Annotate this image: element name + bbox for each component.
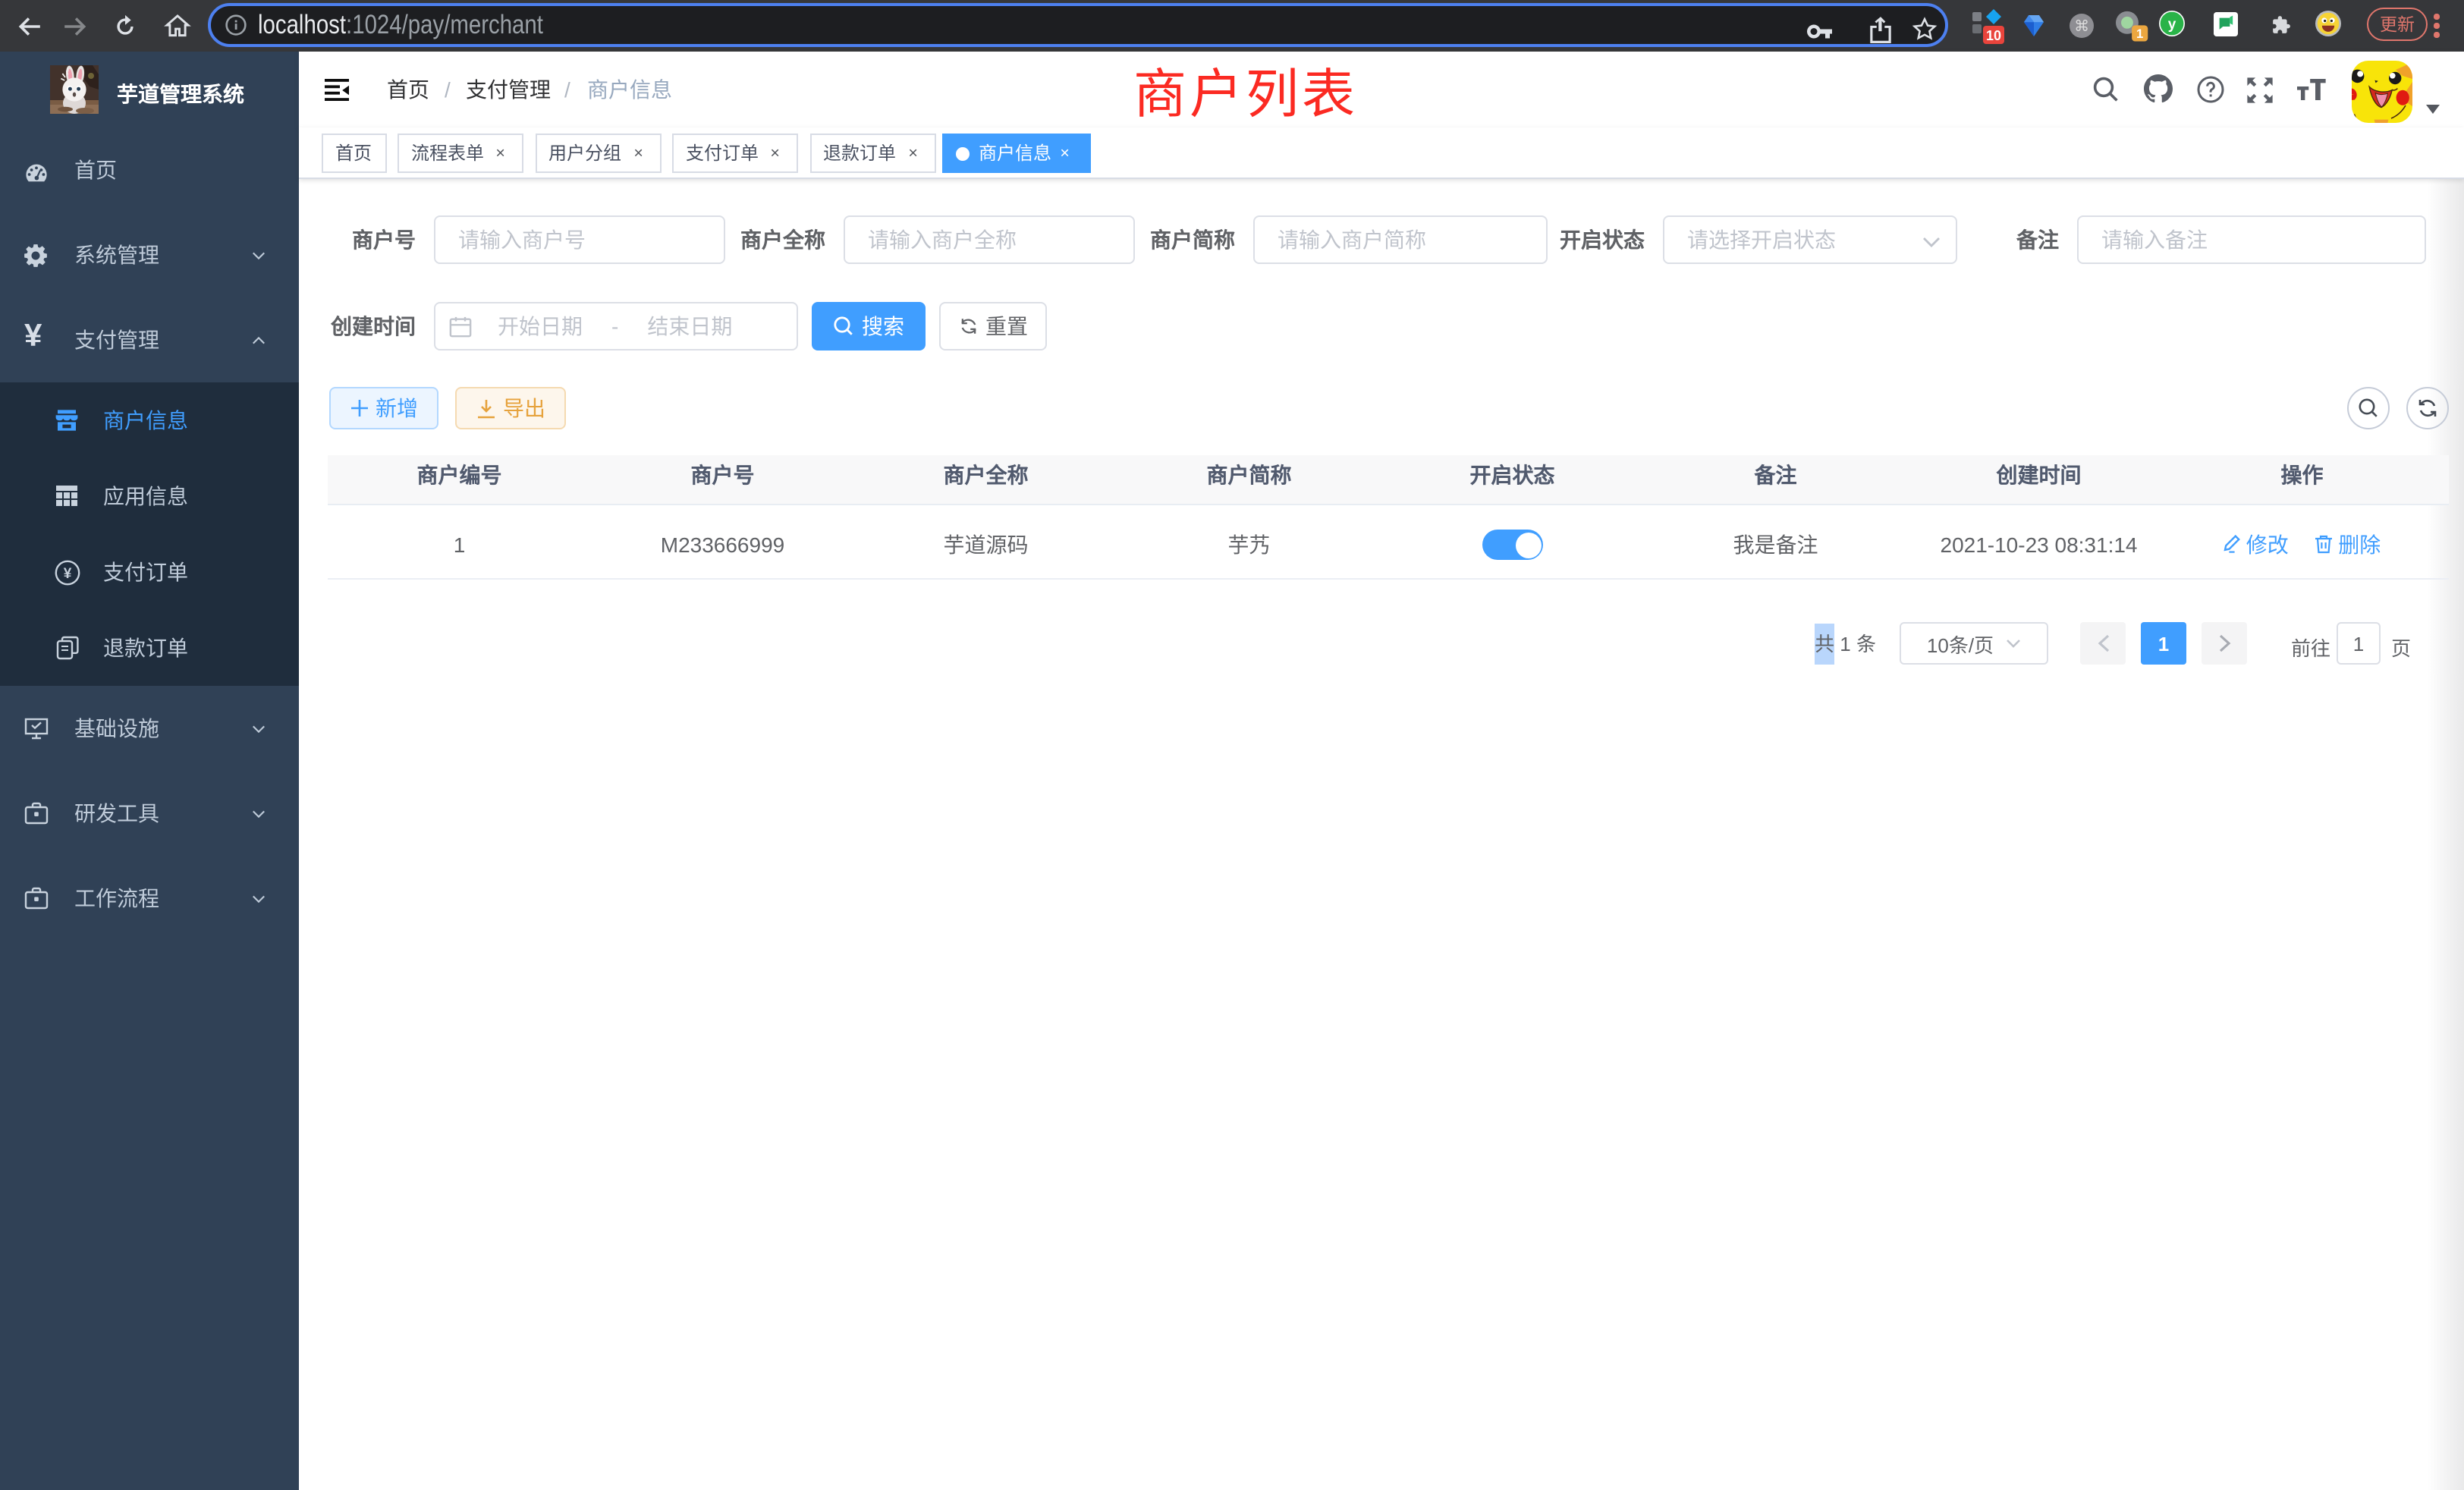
svg-text:1: 1 bbox=[2136, 27, 2143, 41]
svg-text:⌘: ⌘ bbox=[2074, 18, 2089, 35]
svg-text:y: y bbox=[2168, 17, 2176, 33]
svg-text:10: 10 bbox=[1986, 28, 2001, 43]
svg-text:¥: ¥ bbox=[64, 566, 72, 582]
